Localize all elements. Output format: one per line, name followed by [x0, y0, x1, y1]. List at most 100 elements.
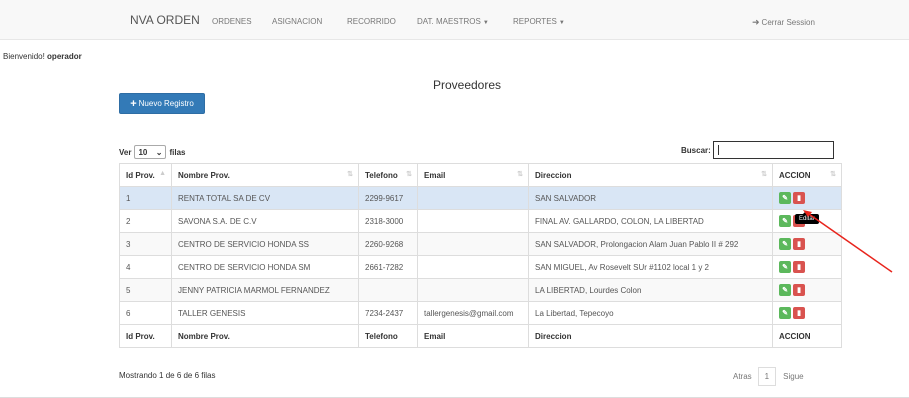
cell-address: SAN SALVADOR [528, 186, 773, 210]
cell-actions: ✎▮ [772, 232, 842, 256]
page-length-value: 10 [138, 147, 148, 157]
footer-header-row: Id Prov. Nombre Prov. Telefono Email Dir… [119, 324, 842, 348]
sort-icon: ⇅ [761, 171, 767, 178]
search-label: Buscar: [681, 145, 711, 155]
length-suffix: filas [169, 147, 186, 157]
edit-button[interactable]: ✎ [779, 307, 791, 319]
cell-id: 2 [119, 209, 172, 233]
col-address-label: Direccion [535, 170, 572, 180]
page-length-select[interactable]: 10 ⌄ [134, 145, 167, 159]
col-phone-header[interactable]: Telefono ⇅ [358, 163, 418, 187]
cell-address: SAN MIGUEL, Av Rosevelt SUr #1102 local … [528, 255, 773, 279]
logout-label: Cerrar Session [761, 18, 815, 27]
search-input[interactable] [712, 141, 834, 159]
logout-icon: ➜ [752, 17, 760, 27]
welcome-prefix: Bienvenido! [3, 52, 45, 61]
cell-address: LA LIBERTAD, Lourdes Colon [528, 278, 773, 302]
trash-icon: ▮ [797, 287, 801, 294]
delete-button[interactable]: ▮ [793, 192, 805, 204]
delete-button[interactable]: ▮ [793, 238, 805, 250]
nav-reportes[interactable]: REPORTES ▼ [513, 17, 565, 26]
col-address-footer: Direccion [528, 324, 773, 348]
edit-icon: ✎ [782, 310, 788, 317]
providers-table: Id Prov. ▲ Nombre Prov. ⇅ Telefono ⇅ Email ⇅… [119, 163, 842, 348]
col-phone-footer: Telefono [358, 324, 418, 348]
table-row[interactable]: 5 JENNY PATRICIA MARMOL FERNANDEZ LA LIB… [119, 278, 842, 302]
col-email-footer: Email [417, 324, 529, 348]
cell-phone: 2260-9268 [358, 232, 418, 256]
edit-button[interactable]: ✎ [779, 238, 791, 250]
chevron-down-icon: ▼ [558, 20, 565, 26]
nav-ordenes[interactable]: ORDENES [212, 17, 252, 26]
new-record-button[interactable]: + Nuevo Registro [119, 93, 205, 114]
col-name-header[interactable]: Nombre Prov. ⇅ [171, 163, 359, 187]
nav-asignacion[interactable]: ASIGNACION [272, 17, 322, 26]
col-email-label: Email [424, 170, 446, 180]
table-row[interactable]: 1 RENTA TOTAL SA DE CV 2299-9617 SAN SAL… [119, 186, 842, 210]
welcome-text: Bienvenido! operador [3, 52, 82, 61]
cell-id: 4 [119, 255, 172, 279]
cell-actions: ✎▮ [772, 301, 842, 325]
new-record-label: Nuevo Registro [138, 99, 194, 108]
col-action-header[interactable]: ACCION ⇅ [772, 163, 842, 187]
delete-button[interactable]: ▮ [793, 307, 805, 319]
cell-name: RENTA TOTAL SA DE CV [171, 186, 359, 210]
cell-name: JENNY PATRICIA MARMOL FERNANDEZ [171, 278, 359, 302]
edit-icon: ✎ [782, 287, 788, 294]
col-email-header[interactable]: Email ⇅ [417, 163, 529, 187]
cell-phone: 2661-7282 [358, 255, 418, 279]
cell-email [417, 278, 529, 302]
cell-phone [358, 278, 418, 302]
page-title: Proveedores [432, 78, 502, 92]
sort-asc-icon: ▲ [159, 170, 166, 177]
col-action-label: ACCION [779, 170, 811, 180]
col-id-footer: Id Prov. [119, 324, 172, 348]
table-row[interactable]: 6 TALLER GENESIS 7234-2437 tallergenesis… [119, 301, 842, 325]
edit-button[interactable]: ✎ [779, 192, 791, 204]
col-name-footer: Nombre Prov. [171, 324, 359, 348]
cell-address: SAN SALVADOR, Prolongacion Alam Juan Pab… [528, 232, 773, 256]
delete-button[interactable]: ▮ [793, 284, 805, 296]
edit-button[interactable]: ✎ [779, 261, 791, 273]
cell-id: 5 [119, 278, 172, 302]
nav-recorrido[interactable]: RECORRIDO [347, 17, 396, 26]
logout-link[interactable]: ➜ Cerrar Session [752, 17, 815, 28]
edit-icon: ✎ [782, 264, 788, 271]
edit-button[interactable]: ✎ [779, 284, 791, 296]
cell-phone: 2299-9617 [358, 186, 418, 210]
table-row[interactable]: 4 CENTRO DE SERVICIO HONDA SM 2661-7282 … [119, 255, 842, 279]
pagination-page-1[interactable]: 1 [757, 367, 777, 386]
brand-link[interactable]: NVA ORDEN [130, 13, 200, 27]
table-row[interactable]: 2 SAVONA S.A. DE C.V 2318-3000 FINAL AV.… [119, 209, 842, 233]
nav-reportes-label: REPORTES [513, 17, 557, 26]
cell-id: 3 [119, 232, 172, 256]
search-control: Buscar: [681, 141, 834, 159]
trash-icon: ▮ [797, 310, 801, 317]
col-id-label: Id Prov. [126, 170, 155, 180]
col-id-header[interactable]: Id Prov. ▲ [119, 163, 172, 187]
table-row[interactable]: 3 CENTRO DE SERVICIO HONDA SS 2260-9268 … [119, 232, 842, 256]
edit-button[interactable]: ✎ [779, 215, 791, 227]
cell-name: CENTRO DE SERVICIO HONDA SS [171, 232, 359, 256]
cell-actions: ✎▮ [772, 278, 842, 302]
sort-icon: ⇅ [517, 171, 523, 178]
cell-address: FINAL AV. GALLARDO, COLON, LA LIBERTAD [528, 209, 773, 233]
sort-icon: ⇅ [830, 171, 836, 178]
plus-icon: + [130, 97, 137, 110]
cell-name: SAVONA S.A. DE C.V [171, 209, 359, 233]
nav-dat-maestros-label: DAT. MAESTROS [417, 17, 481, 26]
delete-button[interactable]: ▮ [793, 261, 805, 273]
cell-email [417, 186, 529, 210]
pagination-next[interactable]: Sigue [783, 372, 803, 381]
sort-icon: ⇅ [406, 171, 412, 178]
edit-icon: ✎ [782, 241, 788, 248]
nav-dat-maestros[interactable]: DAT. MAESTROS ▼ [417, 17, 489, 26]
trash-icon: ▮ [797, 264, 801, 271]
table-info: Mostrando 1 de 6 de 6 filas [119, 371, 216, 380]
col-address-header[interactable]: Direccion ⇅ [528, 163, 773, 187]
chevron-down-icon: ▼ [482, 20, 489, 26]
pagination-prev[interactable]: Atras [733, 372, 752, 381]
trash-icon: ▮ [797, 241, 801, 248]
cell-email [417, 255, 529, 279]
cell-id: 1 [119, 186, 172, 210]
